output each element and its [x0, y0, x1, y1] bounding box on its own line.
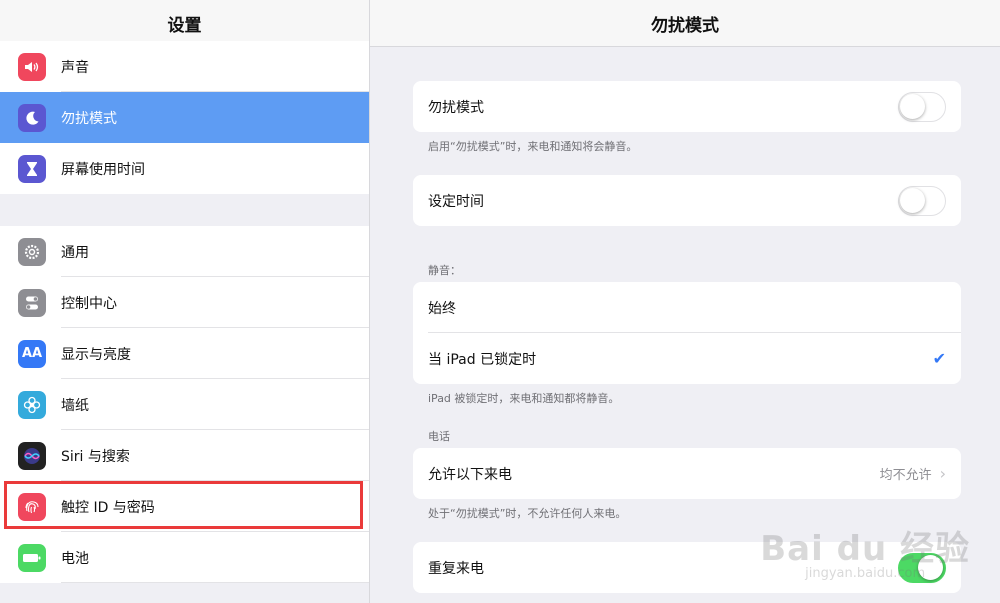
sidebar-item-siri-search[interactable]: Siri 与搜索: [0, 430, 369, 481]
sidebar-item-screen-time[interactable]: 屏幕使用时间: [0, 143, 369, 194]
chevron-right-icon: ›: [939, 464, 946, 483]
sidebar-item-label: 屏幕使用时间: [61, 161, 145, 178]
silence-locked-row[interactable]: 当 iPad 已锁定时 ✔: [413, 333, 961, 384]
silence-section-header: 静音：: [428, 264, 461, 277]
sidebar-item-battery[interactable]: 电池: [0, 532, 369, 583]
allow-calls-row[interactable]: 允许以下来电 均不允许 ›: [413, 448, 961, 499]
sidebar-item-label: 声音: [61, 59, 89, 76]
sidebar-item-label: 控制中心: [61, 295, 117, 312]
sidebar-item-wallpaper[interactable]: 墙纸: [0, 379, 369, 430]
sidebar-item-control-center[interactable]: 控制中心: [0, 277, 369, 328]
battery-icon: [18, 543, 46, 572]
sidebar-item-label: 电池: [61, 550, 89, 567]
sidebar-item-label: 触控 ID 与密码: [61, 499, 155, 516]
sidebar-item-label: 墙纸: [61, 397, 89, 414]
scheduled-row: 设定时间: [413, 175, 961, 226]
sidebar-item-general[interactable]: 通用: [0, 226, 369, 277]
flower-icon: [18, 390, 46, 419]
page-title: 勿扰模式: [370, 0, 1000, 47]
siri-icon: [18, 441, 46, 470]
settings-sidebar: 设置 声音 勿扰模式 屏幕使用时间 通用 控制中心 AA 显示与亮度 墙纸 Si…: [0, 0, 370, 603]
watermark-logo: Bai du 经验 jingyan.baidu.com: [760, 521, 970, 581]
hourglass-icon: [18, 154, 46, 183]
allow-calls-footnote: 处于“勿扰模式”时，不允许任何人来电。: [428, 507, 627, 520]
dnd-card: 勿扰模式: [413, 81, 961, 132]
sidebar-item-label: 勿扰模式: [61, 110, 117, 127]
gear-icon: [18, 237, 46, 266]
do-not-disturb-pane: 勿扰模式 勿扰模式 启用“勿扰模式”时，来电和通知将会静音。 设定时间 静音： …: [370, 0, 1000, 603]
allow-calls-label: 允许以下来电: [428, 466, 512, 483]
silence-card: 始终 当 iPad 已锁定时 ✔: [413, 282, 961, 384]
text-size-icon: AA: [18, 339, 46, 368]
silence-always-label: 始终: [428, 300, 456, 317]
sidebar-item-label: 显示与亮度: [61, 346, 131, 363]
dnd-row: 勿扰模式: [413, 81, 961, 132]
sidebar-group-2: 通用 控制中心 AA 显示与亮度 墙纸 Siri 与搜索 触控 ID 与密码 电…: [0, 226, 369, 583]
scheduled-card: 设定时间: [413, 175, 961, 226]
phone-section-header: 电话: [428, 430, 450, 443]
sidebar-item-label: 通用: [61, 244, 89, 261]
toggle-knob: [900, 187, 925, 213]
dnd-label: 勿扰模式: [428, 99, 484, 116]
moon-icon: [18, 103, 46, 132]
fingerprint-icon: [18, 492, 46, 521]
sidebar-group-1: 声音 勿扰模式 屏幕使用时间: [0, 41, 369, 194]
dnd-footnote: 启用“勿扰模式”时，来电和通知将会静音。: [428, 140, 638, 153]
silence-always-row[interactable]: 始终: [413, 282, 961, 333]
allow-calls-card: 允许以下来电 均不允许 ›: [413, 448, 961, 499]
watermark-main: Bai du 经验: [760, 529, 970, 569]
dnd-toggle[interactable]: [898, 91, 946, 122]
silence-locked-label: 当 iPad 已锁定时: [428, 351, 537, 368]
sidebar-item-do-not-disturb[interactable]: 勿扰模式: [0, 92, 369, 143]
toggles-icon: [18, 288, 46, 317]
sidebar-item-touch-id-passcode[interactable]: 触控 ID 与密码: [0, 481, 369, 532]
sidebar-item-label: Siri 与搜索: [61, 448, 130, 465]
checkmark-icon: ✔: [932, 349, 946, 368]
sidebar-title: 设置: [0, 0, 369, 47]
sidebar-item-display-brightness[interactable]: AA 显示与亮度: [0, 328, 369, 379]
silence-footnote: iPad 被锁定时，来电和通知都将静音。: [428, 392, 620, 405]
scheduled-label: 设定时间: [428, 193, 484, 210]
speaker-icon: [18, 52, 46, 81]
sidebar-item-sound[interactable]: 声音: [0, 41, 369, 92]
scheduled-toggle[interactable]: [898, 185, 946, 216]
toggle-knob: [900, 93, 925, 119]
allow-calls-value: 均不允许: [879, 468, 932, 483]
